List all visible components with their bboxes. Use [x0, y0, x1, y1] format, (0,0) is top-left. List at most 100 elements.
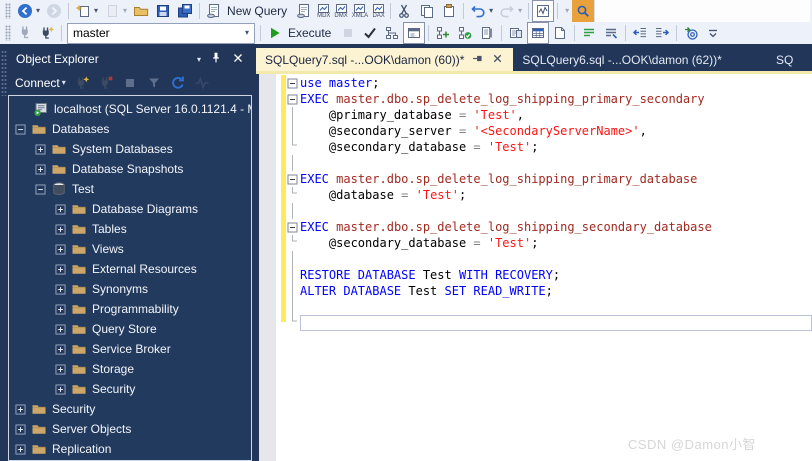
expand-plus-icon[interactable]	[35, 163, 46, 175]
code-line-13[interactable]: RESTORE DATABASE Test WITH RECOVERY;	[287, 267, 812, 283]
pin-icon[interactable]	[471, 52, 484, 68]
expand-plus-icon[interactable]	[35, 143, 46, 155]
expand-plus-icon[interactable]	[55, 263, 66, 275]
save-all-button[interactable]	[174, 0, 196, 22]
code-line-16[interactable]	[287, 315, 812, 331]
results-to-grid-button[interactable]	[527, 22, 550, 44]
new-query-button[interactable]: New Query	[203, 0, 293, 22]
code-line-2[interactable]: EXEC master.dbo.sp_delete_log_shipping_p…	[287, 91, 812, 107]
execute-button[interactable]: Execute	[264, 22, 337, 44]
toolbar1-grip[interactable]	[5, 3, 11, 19]
window-position-menu-icon[interactable]: ▾	[197, 55, 201, 64]
tree-item-storage[interactable]: Storage	[9, 359, 251, 379]
connect-button[interactable]: Connect ▾	[12, 73, 69, 93]
code-line-5[interactable]: @secondary_database = 'Test';	[287, 139, 812, 155]
expand-plus-icon[interactable]	[55, 303, 66, 315]
expand-plus-icon[interactable]	[55, 383, 66, 395]
tree-item-database-diagrams[interactable]: Database Diagrams	[9, 199, 251, 219]
open-file-button[interactable]	[130, 0, 152, 22]
database-combobox[interactable]: master ▾	[67, 22, 255, 44]
fold-collapse-icon[interactable]	[287, 171, 300, 187]
sql-code[interactable]: use master; EXEC master.dbo.sp_delete_log…	[287, 75, 812, 331]
connect-object-explorer-button[interactable]	[71, 73, 93, 93]
refresh-button[interactable]	[167, 73, 189, 93]
client-statistics-button[interactable]	[476, 22, 498, 44]
tree-item-databases[interactable]: Databases	[9, 119, 251, 139]
editor-surface[interactable]: use master; EXEC master.dbo.sp_delete_log…	[256, 74, 812, 461]
code-line-15[interactable]	[287, 299, 812, 315]
toolbar2-grip[interactable]	[5, 25, 11, 41]
new-file-button[interactable]: ▾	[72, 0, 101, 22]
change-connection-button[interactable]	[36, 22, 58, 44]
expand-plus-icon[interactable]	[55, 223, 66, 235]
dax-query-button[interactable]: DAX	[370, 0, 387, 22]
search-button[interactable]	[572, 0, 595, 22]
estimated-plan-button[interactable]	[381, 22, 403, 44]
collapse-minus-icon[interactable]	[35, 183, 46, 195]
document-tab-3[interactable]: SQ	[770, 48, 812, 71]
tree-item-replication[interactable]: Replication	[9, 439, 251, 459]
activity-pulse-button[interactable]	[191, 73, 213, 93]
disconnect-button[interactable]	[95, 73, 117, 93]
decrease-indent-button[interactable]	[629, 22, 651, 44]
pin-icon[interactable]	[209, 51, 223, 68]
tree-item-security[interactable]: Security	[9, 379, 251, 399]
uncomment-button[interactable]	[600, 22, 622, 44]
copy-button[interactable]	[416, 0, 438, 22]
results-to-file-button[interactable]	[549, 22, 571, 44]
increase-indent-button[interactable]	[651, 22, 673, 44]
query-options-button[interactable]	[403, 22, 426, 44]
back-button[interactable]: ▾	[14, 0, 43, 22]
expand-plus-icon[interactable]	[15, 423, 26, 435]
paste-button[interactable]	[438, 0, 460, 22]
dmx-query-button[interactable]: DMX	[332, 0, 349, 22]
cut-button[interactable]	[394, 0, 416, 22]
tree-item-tables[interactable]: Tables	[9, 219, 251, 239]
panel-grip[interactable]	[1, 50, 7, 96]
tree-item-external-resources[interactable]: External Resources	[9, 259, 251, 279]
expand-plus-icon[interactable]	[15, 443, 26, 455]
expand-plus-icon[interactable]	[55, 203, 66, 215]
code-line-12[interactable]	[287, 251, 812, 267]
code-line-9[interactable]	[287, 203, 812, 219]
code-line-3[interactable]: @primary_database = 'Test',	[287, 107, 812, 123]
code-line-4[interactable]: @secondary_server = '<SecondaryServerNam…	[287, 123, 812, 139]
close-icon[interactable]	[491, 52, 504, 68]
tree-item-security[interactable]: Security	[9, 399, 251, 419]
save-button[interactable]	[152, 0, 174, 22]
parse-button[interactable]	[359, 22, 381, 44]
tree-item-synonyms[interactable]: Synonyms	[9, 279, 251, 299]
expand-plus-icon[interactable]	[55, 363, 66, 375]
collapse-minus-icon[interactable]	[15, 123, 26, 135]
code-line-14[interactable]: ALTER DATABASE Test SET READ_WRITE;	[287, 283, 812, 299]
tree-item-localhost-sql-server-16-0-1121-4-ma[interactable]: localhost (SQL Server 16.0.1121.4 - Ma	[9, 99, 251, 119]
tree-item-views[interactable]: Views	[9, 239, 251, 259]
tree-item-database-snapshots[interactable]: Database Snapshots	[9, 159, 251, 179]
close-icon[interactable]	[231, 51, 245, 68]
fold-collapse-icon[interactable]	[287, 75, 300, 91]
code-line-6[interactable]	[287, 155, 812, 171]
code-line-11[interactable]: @secondary_database = 'Test';	[287, 235, 812, 251]
tree-item-test[interactable]: Test	[9, 179, 251, 199]
code-line-10[interactable]: EXEC master.dbo.sp_delete_log_shipping_s…	[287, 219, 812, 235]
fold-collapse-icon[interactable]	[287, 91, 300, 107]
code-line-1[interactable]: use master;	[287, 75, 812, 91]
expand-plus-icon[interactable]	[55, 283, 66, 295]
tree-item-query-store[interactable]: Query Store	[9, 319, 251, 339]
document-tab-1[interactable]: SQLQuery7.sql -...OOK\damon (60))*	[256, 48, 514, 71]
tree-item-service-broker[interactable]: Service Broker	[9, 339, 251, 359]
expand-plus-icon[interactable]	[55, 243, 66, 255]
document-tab-2[interactable]: SQLQuery6.sql -...OOK\damon (62))*	[513, 48, 730, 71]
live-statistics-button[interactable]	[454, 22, 476, 44]
toolbar-overflow-button[interactable]	[702, 22, 724, 44]
expand-plus-icon[interactable]	[55, 343, 66, 355]
fold-collapse-icon[interactable]	[287, 219, 300, 235]
mdx-query-button[interactable]: MDX	[315, 0, 332, 22]
results-to-text-button[interactable]	[505, 22, 527, 44]
chevron-down-icon[interactable]: ▾	[244, 29, 249, 37]
code-line-7[interactable]: EXEC master.dbo.sp_delete_log_shipping_p…	[287, 171, 812, 187]
tree-item-programmability[interactable]: Programmability	[9, 299, 251, 319]
tree-item-system-databases[interactable]: System Databases	[9, 139, 251, 159]
code-line-8[interactable]: @database = 'Test';	[287, 187, 812, 203]
xmla-query-button[interactable]: XMLA	[350, 0, 370, 22]
